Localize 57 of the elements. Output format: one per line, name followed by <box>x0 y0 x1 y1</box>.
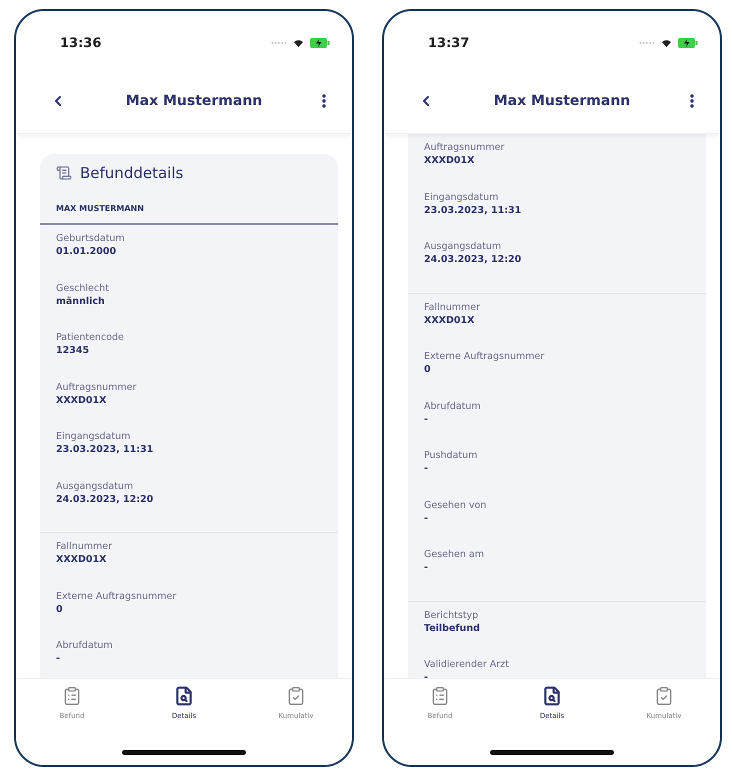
field-value: - <box>424 414 429 424</box>
field-value: 01.01.2000 <box>56 246 118 257</box>
field-label: Gesehen von <box>424 500 488 510</box>
wifi-icon <box>661 38 672 48</box>
field-label: Auftragsnummer <box>56 382 138 392</box>
section-header: MAX MUSTERMANN <box>40 196 338 225</box>
field-value: 0 <box>424 364 432 375</box>
field-value: 23.03.2023, 11:31 <box>56 444 154 455</box>
field-value: XXXD01X <box>56 554 108 565</box>
field-label: Abrufdatum <box>424 400 482 412</box>
field-label: Berichtstyp <box>424 610 480 620</box>
field-label: Ausgangsdatum <box>56 480 134 492</box>
more-options-button[interactable] <box>322 94 326 108</box>
field-value: Teilbefund <box>424 622 481 634</box>
field-label: Ausgangsdatum <box>424 241 502 252</box>
more-options-button[interactable] <box>690 94 694 108</box>
field-value: 23.03.2023, 11:31 <box>424 204 522 216</box>
field-value: - <box>424 562 429 573</box>
wifi-icon <box>293 38 304 48</box>
battery-icon <box>310 38 330 48</box>
status-time: 13:36 <box>60 36 102 50</box>
field-label: Externe Auftragsnummer <box>56 590 178 602</box>
field-label: Eingangsdatum <box>424 192 500 202</box>
card-title: Befunddetails <box>80 164 184 182</box>
more-icon <box>690 94 694 108</box>
field-value: 0 <box>56 604 64 614</box>
field-label: Abrufdatum <box>56 640 114 651</box>
status-time: 13:37 <box>428 36 470 50</box>
field-label: Fallnummer <box>56 541 113 552</box>
field-value: 12345 <box>56 345 90 356</box>
header-title: Max Mustermann <box>126 93 262 109</box>
field-value: - <box>56 653 61 664</box>
field-value: männlich <box>56 296 106 306</box>
field-value: XXXD01X <box>424 314 476 326</box>
more-icon <box>322 94 326 108</box>
field-label: Auftragsnummer <box>424 142 506 153</box>
field-label: Gesehen am <box>424 549 485 560</box>
field-value: XXXD01X <box>424 155 476 166</box>
field-label: Geburtsdatum <box>56 233 126 244</box>
field-value: - <box>424 512 429 524</box>
field-label: Validierender Arzt <box>424 659 510 670</box>
signal-icon <box>271 41 287 45</box>
field-value: 24.03.2023, 12:20 <box>56 494 154 504</box>
field-value: XXXD01X <box>56 394 108 406</box>
field-label: Eingangsdatum <box>56 431 132 442</box>
field-label: Patientencode <box>56 332 125 343</box>
field-label: Pushdatum <box>424 450 478 461</box>
signal-icon <box>639 41 655 45</box>
header-title: Max Mustermann <box>494 93 630 109</box>
field-label: Externe Auftragsnummer <box>424 351 546 362</box>
document-icon <box>56 165 72 181</box>
field-value: 24.03.2023, 12:20 <box>424 254 522 265</box>
field-value: - <box>424 463 429 474</box>
field-label: Fallnummer <box>424 302 481 312</box>
battery-icon <box>678 38 698 48</box>
field-label: Geschlecht <box>56 282 110 294</box>
field-value: - <box>424 672 429 678</box>
